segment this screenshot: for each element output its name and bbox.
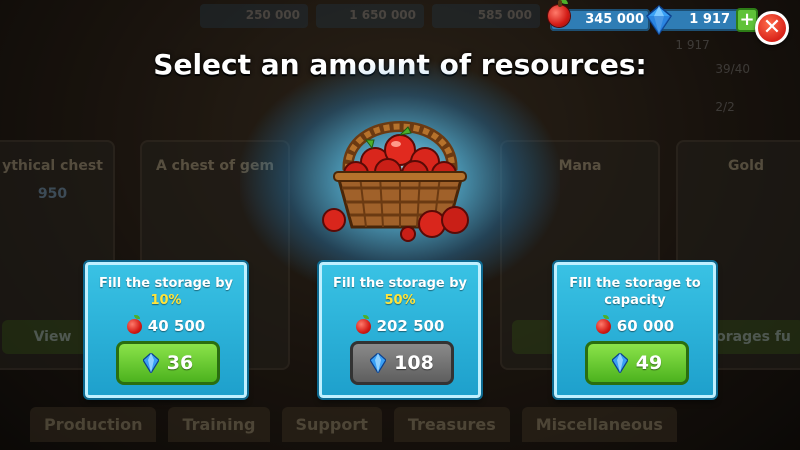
- option-label: Fill the storage to: [569, 276, 701, 291]
- option-card-50-percent: Fill the storage by 50% 202 500 108: [319, 262, 481, 398]
- gem-icon: [646, 5, 672, 35]
- gem-icon: [611, 353, 628, 373]
- gem-icon: [142, 353, 159, 373]
- option-resource-amount: 40 500: [88, 314, 244, 335]
- close-button[interactable]: ✕: [755, 11, 789, 45]
- option-card-10-percent: Fill the storage by 10% 40 500 36: [85, 262, 247, 398]
- gem-counter: 1 917 +: [646, 5, 758, 35]
- option-label: Fill the storage by: [98, 276, 234, 291]
- option-resource-amount: 202 500: [322, 314, 478, 335]
- option-resource-amount: 60 000: [557, 314, 713, 335]
- option-amount-label: 50%: [384, 293, 416, 308]
- buy-50-percent-button[interactable]: 108: [350, 341, 454, 385]
- apple-basket-icon: [322, 121, 469, 242]
- apple-icon: [595, 314, 611, 334]
- option-amount-label: capacity: [604, 293, 666, 308]
- apple-icon: [126, 314, 142, 334]
- buy-capacity-button[interactable]: 49: [585, 341, 689, 385]
- option-amount-label: 10%: [150, 293, 182, 308]
- apple-icon: [355, 314, 371, 334]
- gem-icon: [370, 353, 387, 373]
- apple-counter: 345 000: [548, 0, 650, 31]
- apple-icon: [548, 0, 570, 27]
- buy-10-percent-button[interactable]: 36: [116, 341, 220, 385]
- option-label: Fill the storage by: [332, 276, 468, 291]
- resource-bar: 345 000 1 917 +: [540, 0, 758, 35]
- option-card-capacity: Fill the storage to capacity 60 000 49: [554, 262, 716, 398]
